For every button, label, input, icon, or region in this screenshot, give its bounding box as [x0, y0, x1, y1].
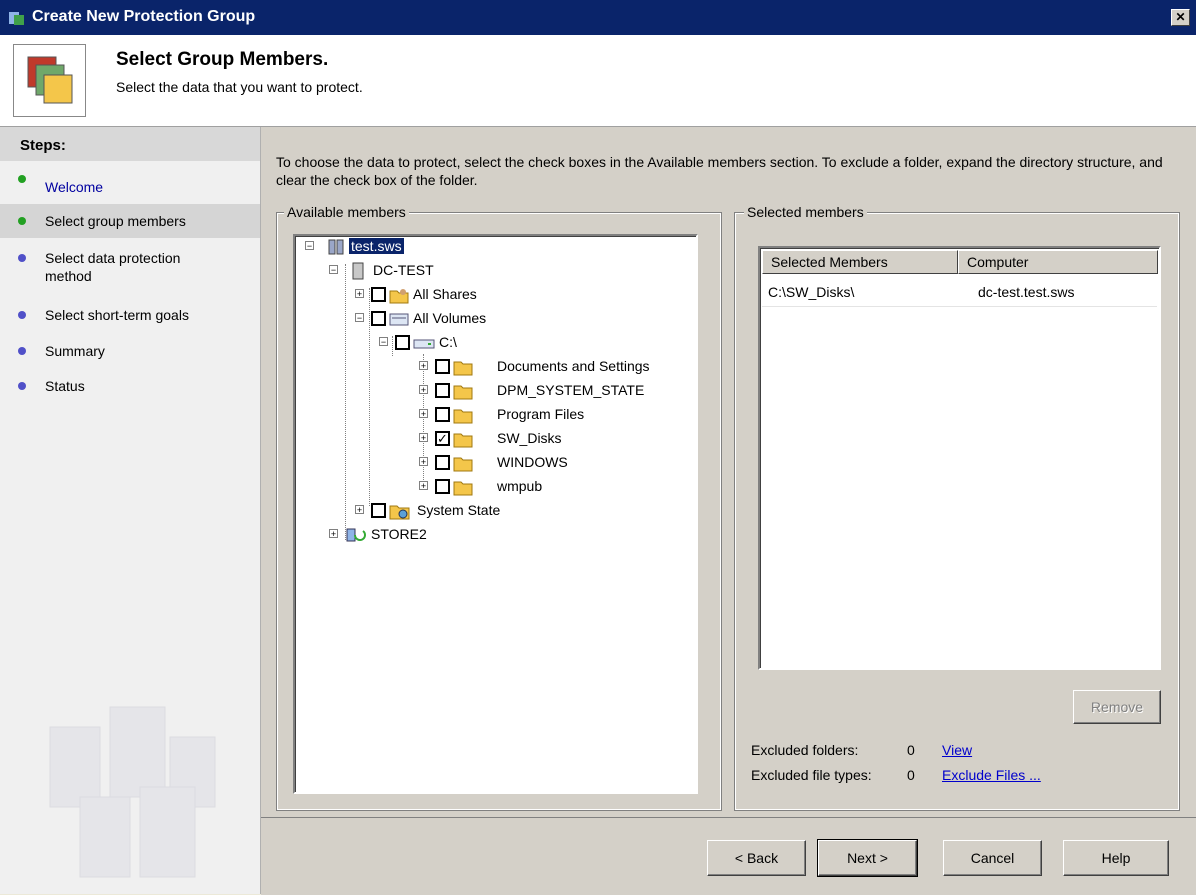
expand-icon[interactable]: + [355, 289, 364, 299]
step-select-group-members[interactable]: Select group members [0, 204, 260, 238]
excluded-folders-label: Excluded folders: [751, 742, 859, 758]
collapse-icon[interactable]: − [355, 313, 364, 323]
help-button[interactable]: Help [1063, 840, 1169, 876]
tree-label: test.sws [349, 238, 404, 254]
tree-label: STORE2 [371, 526, 427, 542]
tree-label: DC-TEST [373, 262, 434, 278]
checkbox[interactable] [435, 407, 450, 422]
tree-label: Program Files [497, 406, 585, 422]
checkbox[interactable] [371, 287, 386, 302]
step-select-data-protection-method[interactable]: Select data protection method [0, 246, 260, 286]
drive-icon [413, 339, 435, 349]
excluded-folders-count: 0 [907, 742, 915, 758]
available-members-tree[interactable]: − test.sws − DC-TEST + All Shares − All … [293, 234, 698, 794]
excluded-file-types-label: Excluded file types: [751, 767, 872, 783]
checkbox[interactable] [435, 359, 450, 374]
excluded-file-types-count: 0 [907, 767, 915, 783]
step-bullet-icon [18, 311, 26, 319]
checkbox[interactable] [435, 455, 450, 470]
selected-member-cell[interactable]: C:\SW_Disks\ [768, 284, 854, 300]
step-bullet-icon [18, 254, 26, 262]
instructions-text: To choose the data to protect, select th… [276, 154, 1163, 188]
next-button[interactable]: Next > [817, 839, 918, 877]
checkbox[interactable] [435, 479, 450, 494]
exclude-files-link[interactable]: Exclude Files ... [942, 767, 1041, 783]
folder-icon [453, 409, 473, 424]
step-label: Status [45, 378, 85, 394]
expand-icon[interactable]: + [419, 457, 428, 467]
dpm-server-icon [346, 528, 366, 542]
expand-icon[interactable]: + [419, 361, 428, 371]
selected-members-list[interactable]: Selected Members Computer C:\SW_Disks\ d… [758, 246, 1161, 670]
step-bullet-icon [18, 217, 26, 225]
wizard-icon [13, 44, 86, 117]
step-bullet-icon [18, 382, 26, 390]
collapse-icon[interactable]: − [329, 265, 338, 275]
tree-label: Documents and Settings [497, 358, 650, 374]
checkbox[interactable] [371, 311, 386, 326]
checkbox-checked[interactable]: ✓ [435, 431, 450, 446]
close-button[interactable]: ✕ [1171, 9, 1190, 26]
view-excluded-folders-link[interactable]: View [942, 742, 972, 758]
cancel-button[interactable]: Cancel [943, 840, 1042, 876]
step-status[interactable]: Status [0, 373, 260, 407]
volumes-icon [389, 313, 409, 326]
step-label: Welcome [45, 179, 104, 195]
tree-label: System State [417, 502, 501, 518]
folder-icon [453, 385, 473, 400]
expand-icon[interactable]: + [419, 409, 428, 419]
steps-heading-bar: Steps: [0, 127, 260, 161]
page-subtitle: Select the data that you want to protect… [116, 79, 363, 95]
step-label: Select group members [45, 213, 186, 229]
servers-watermark-icon [49, 706, 216, 878]
tree-label: wmpub [497, 478, 543, 494]
collapse-icon[interactable]: − [379, 337, 388, 347]
tree-label: All Volumes [413, 310, 487, 326]
tree-label: C:\ [439, 334, 457, 350]
expand-icon[interactable]: + [419, 385, 428, 395]
step-label: Select short-term goals [45, 307, 189, 323]
page-title: Select Group Members. [116, 49, 329, 70]
step-label: Select data protection method [45, 250, 181, 284]
expand-icon[interactable]: + [355, 505, 364, 515]
expand-icon[interactable]: + [419, 433, 428, 443]
checkbox[interactable] [395, 335, 410, 350]
wizard-header: Select Group Members. Select the data th… [0, 35, 1196, 127]
tree-label: DPM_SYSTEM_STATE [497, 382, 645, 398]
step-welcome[interactable]: Welcome [0, 170, 260, 204]
column-header-computer[interactable]: Computer [958, 250, 1158, 274]
step-summary[interactable]: Summary [0, 338, 260, 372]
computer-cell[interactable]: dc-test.test.sws [978, 284, 1074, 300]
tree-label: WINDOWS [497, 454, 568, 470]
steps-heading: Steps: [20, 137, 66, 154]
available-members-legend: Available members [284, 204, 409, 220]
protection-group-icon [9, 12, 24, 25]
window-title: Create New Protection Group [32, 8, 256, 25]
collapse-icon[interactable]: − [305, 241, 314, 251]
step-bullet-icon [18, 175, 26, 183]
shares-folder-icon [389, 289, 409, 304]
server-icon [352, 262, 364, 280]
folder-icon [453, 481, 473, 496]
checkbox[interactable] [371, 503, 386, 518]
remove-button[interactable]: Remove [1073, 690, 1161, 724]
step-label: Summary [45, 343, 105, 359]
step-select-short-term-goals[interactable]: Select short-term goals [0, 302, 260, 336]
selected-members-legend: Selected members [744, 204, 867, 220]
system-state-icon [389, 505, 410, 520]
tree-label: All Shares [413, 286, 477, 302]
expand-icon[interactable]: + [329, 529, 338, 539]
column-header-selected-members[interactable]: Selected Members [762, 250, 958, 274]
domain-icon [328, 239, 344, 255]
checkbox[interactable] [435, 383, 450, 398]
step-bullet-icon [18, 347, 26, 355]
title-bar: Create New Protection Group ✕ [0, 0, 1196, 35]
back-button[interactable]: < Back [707, 840, 806, 876]
steps-sidebar: Steps: Welcome Select group members Sele… [0, 127, 261, 894]
folder-icon [453, 361, 473, 376]
folder-icon [453, 457, 473, 472]
expand-icon[interactable]: + [419, 481, 428, 491]
tree-label: SW_Disks [497, 430, 562, 446]
folder-icon [453, 433, 473, 448]
